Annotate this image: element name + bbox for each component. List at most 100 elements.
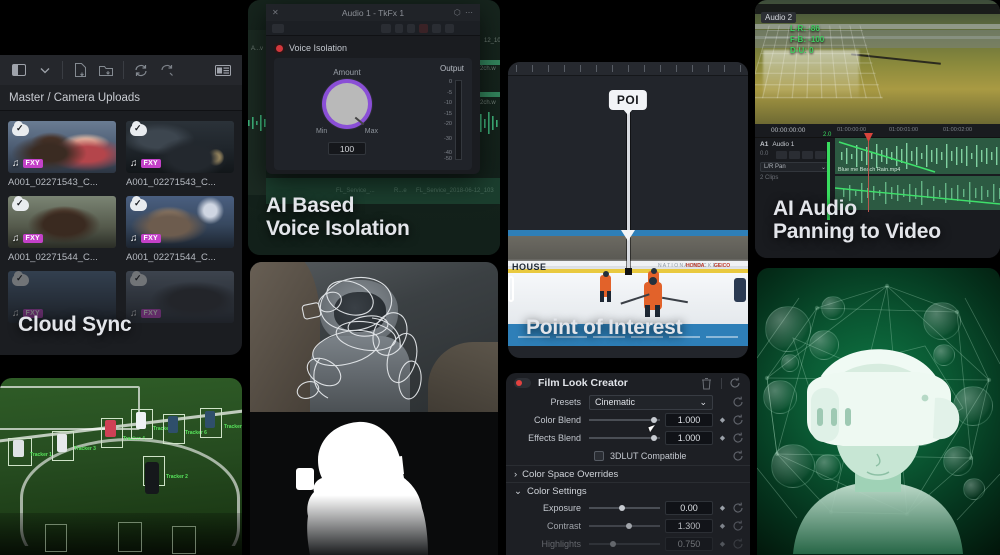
meter-tick: -10 xyxy=(444,100,452,106)
tracker-box[interactable] xyxy=(118,522,142,552)
rink-board-text: HOUSE xyxy=(512,262,547,273)
tracker-box[interactable] xyxy=(172,526,196,554)
poi-marker[interactable]: POI xyxy=(608,90,648,115)
clip-label: 12_103 xyxy=(484,38,500,44)
toolbar-chip[interactable] xyxy=(381,23,391,33)
viewer-image: Audio 2 L-R: -86 F-B: -100 D-U: 0 xyxy=(755,0,1000,124)
section-color-space-overrides[interactable]: › Color Space Overrides xyxy=(506,465,750,482)
track-button-s[interactable] xyxy=(802,151,813,159)
reset-icon[interactable] xyxy=(732,432,744,444)
timeline-header: 00:00:00:00 01:00:00:00 01:00:01:00 01:0… xyxy=(755,124,1000,138)
ruler-mark: 01:00:02:00 xyxy=(943,126,973,133)
dialog-titlebar: ✕ Audio 1 - TkFx 1 ⬡ ⋯ xyxy=(266,4,480,21)
toolbar-divider xyxy=(62,61,63,79)
meter-scale: 0 -5 -10 -15 -20 -30 -40 -50 xyxy=(434,79,452,161)
keyframe-icon[interactable]: ◆ xyxy=(718,540,727,548)
thumbnail[interactable]: ♫ FXY xyxy=(126,271,234,323)
output-level-meter xyxy=(455,80,462,160)
track-button-a[interactable] xyxy=(776,151,787,159)
effect-enable-toggle[interactable] xyxy=(514,378,531,388)
chevron-down-icon[interactable] xyxy=(32,59,58,81)
reset-icon[interactable] xyxy=(732,414,744,426)
close-icon[interactable]: ✕ xyxy=(272,8,279,17)
highlights-value[interactable]: 0.750 xyxy=(665,537,713,551)
media-pool-toolbar xyxy=(0,55,242,85)
exposure-slider[interactable] xyxy=(589,501,660,515)
track-button-r[interactable] xyxy=(789,151,800,159)
timeline-ruler[interactable] xyxy=(508,62,748,76)
panner-track-tag: Audio 2 xyxy=(761,12,797,23)
media-item[interactable]: ♫ FXY xyxy=(126,271,234,327)
media-item[interactable]: ♫ FXY A001_02271544_C... xyxy=(8,196,116,263)
media-item[interactable]: ♫ FXY A001_02271543_C... xyxy=(8,121,116,188)
thumbnail[interactable]: ♫ FXY xyxy=(8,196,116,248)
media-item[interactable]: ♫ FXY A001_02271543_C... xyxy=(126,121,234,188)
reset-icon[interactable] xyxy=(732,450,744,462)
toolbar-chip[interactable] xyxy=(272,23,284,33)
keyframe-icon[interactable]: ◆ xyxy=(718,504,727,512)
tracker-label: Tracker 3 xyxy=(74,446,96,452)
media-item[interactable]: ♫ FXY A001_02271544_C... xyxy=(126,196,234,263)
track-name[interactable]: Audio 1 xyxy=(772,141,794,148)
more-options-icon[interactable]: ⬡ ⋯ xyxy=(454,8,474,17)
amount-label: Amount xyxy=(333,68,361,77)
sidebar-toggle-icon[interactable] xyxy=(6,59,32,81)
clip-label: 2ch.w xyxy=(480,66,496,72)
new-bin-icon[interactable] xyxy=(93,59,119,81)
color-blend-value[interactable]: 1.000 xyxy=(665,413,713,427)
effects-blend-slider[interactable] xyxy=(589,431,660,445)
contrast-value[interactable]: 1.300 xyxy=(665,519,713,533)
list-view-icon[interactable] xyxy=(210,59,236,81)
reset-icon[interactable] xyxy=(732,520,744,532)
section-label: Color Settings xyxy=(526,485,587,497)
amount-value-field[interactable]: 100 xyxy=(328,142,366,155)
reset-icon[interactable] xyxy=(732,396,744,408)
highlights-slider[interactable] xyxy=(589,537,660,551)
timeline-ruler[interactable]: 01:00:00:00 01:00:01:00 01:00:02:00 xyxy=(835,124,1000,138)
thumbnail[interactable]: ♫ FXY xyxy=(8,121,116,173)
keyframe-icon[interactable]: ◆ xyxy=(718,522,727,530)
reset-icon[interactable] xyxy=(732,502,744,514)
toolbar-chip[interactable] xyxy=(445,23,454,33)
section-color-settings[interactable]: ⌄ Color Settings xyxy=(506,482,750,499)
sync-icon[interactable] xyxy=(128,59,154,81)
toolbar-chip[interactable] xyxy=(432,23,441,33)
track-volume[interactable]: 0.0 xyxy=(760,151,774,159)
breadcrumb[interactable]: Master / Camera Uploads xyxy=(0,85,242,111)
toolbar-chip[interactable] xyxy=(407,23,415,33)
keyframe-icon[interactable]: ◆ xyxy=(718,416,727,424)
reset-icon[interactable] xyxy=(732,538,744,550)
curve-icon[interactable] xyxy=(458,24,474,33)
trash-icon[interactable] xyxy=(701,377,714,390)
effect-enable-toggle[interactable] xyxy=(276,44,283,52)
audio-clip[interactable]: Blue me Beach Rain.mp4 xyxy=(835,138,1000,174)
poi-flag-label: POI xyxy=(608,90,648,115)
import-media-icon[interactable] xyxy=(67,59,93,81)
reset-icon[interactable] xyxy=(729,377,742,390)
thumbnail[interactable]: ♫ FXY xyxy=(126,196,234,248)
thumbnail[interactable]: ♫ FXY xyxy=(126,121,234,173)
unlink-icon[interactable] xyxy=(154,59,180,81)
toolbar-chip[interactable] xyxy=(395,23,403,33)
tracker-label: Tracker 2 xyxy=(166,474,188,480)
contrast-slider[interactable] xyxy=(589,519,660,533)
presets-label: Presets xyxy=(550,397,581,407)
pan-mode-select[interactable]: L/R Pan ⌄ xyxy=(760,162,830,172)
3dlut-row: 3DLUT Compatible xyxy=(506,447,750,465)
panel-title-cloud-sync: Cloud Sync xyxy=(18,313,132,337)
exposure-value[interactable]: 0.00 xyxy=(665,501,713,515)
mask-silhouette xyxy=(296,421,428,555)
3dlut-checkbox[interactable] xyxy=(594,451,604,461)
keyframe-icon[interactable]: ◆ xyxy=(718,434,727,442)
toolbar-chip-record[interactable] xyxy=(419,23,428,33)
color-blend-slider[interactable] xyxy=(589,413,660,427)
amount-control: Amount Min Max 100 xyxy=(274,58,420,170)
tracker-box[interactable] xyxy=(45,524,67,552)
effects-blend-value[interactable]: 1.000 xyxy=(665,431,713,445)
thumbnail-badges: ♫ FXY xyxy=(130,233,162,244)
presets-select[interactable]: Cinematic ⌄ xyxy=(589,394,713,410)
fxy-badge: FXY xyxy=(140,234,162,243)
poi-stem[interactable] xyxy=(624,100,632,275)
track-button-m[interactable] xyxy=(815,151,826,159)
amount-knob[interactable] xyxy=(326,83,368,126)
